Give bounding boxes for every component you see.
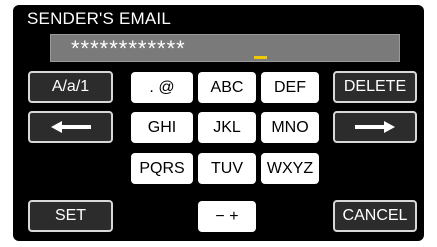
jkl-key[interactable]: JKL [198, 112, 256, 143]
symbols-key-label: . @ [149, 78, 175, 96]
masked-email-value: ************ [71, 36, 186, 61]
delete-button[interactable]: DELETE [333, 71, 417, 103]
email-input-field[interactable]: ************ [50, 34, 400, 62]
abc-key[interactable]: ABC [198, 72, 256, 103]
jkl-key-label: JKL [213, 118, 241, 136]
cancel-button[interactable]: CANCEL [333, 200, 417, 232]
abc-key-label: ABC [210, 78, 244, 96]
left-arrow-icon [50, 121, 91, 133]
def-key-label: DEF [274, 78, 306, 96]
ghi-key-label: GHI [147, 118, 177, 136]
mno-key[interactable]: MNO [261, 112, 319, 143]
mode-toggle-button[interactable]: A/a/1 [28, 71, 113, 103]
set-button-label: SET [54, 207, 87, 224]
cancel-button-label: CANCEL [342, 207, 408, 224]
minus-plus-key-label: − + [215, 207, 239, 225]
minus-plus-key[interactable]: − + [198, 201, 256, 232]
delete-button-label: DELETE [343, 78, 407, 95]
pqrs-key-label: PQRS [139, 159, 185, 177]
tuv-key[interactable]: TUV [198, 153, 256, 184]
cursor-left-button[interactable] [28, 111, 113, 143]
pqrs-key[interactable]: PQRS [131, 153, 193, 184]
text-cursor [254, 56, 267, 59]
mode-toggle-label: A/a/1 [51, 78, 90, 95]
ghi-key[interactable]: GHI [131, 112, 193, 143]
symbols-key[interactable]: . @ [131, 72, 193, 103]
cursor-right-button[interactable] [333, 111, 417, 143]
wxyz-key[interactable]: WXYZ [261, 153, 319, 184]
def-key[interactable]: DEF [261, 72, 319, 103]
wxyz-key-label: WXYZ [266, 159, 314, 177]
tuv-key-label: TUV [211, 159, 243, 177]
screen-title: SENDER'S EMAIL [27, 9, 171, 28]
set-button[interactable]: SET [28, 200, 113, 232]
right-arrow-icon [355, 121, 395, 133]
mno-key-label: MNO [271, 118, 309, 136]
email-entry-screen: SENDER'S EMAIL ************ A/a/1 . @ AB… [13, 5, 424, 241]
